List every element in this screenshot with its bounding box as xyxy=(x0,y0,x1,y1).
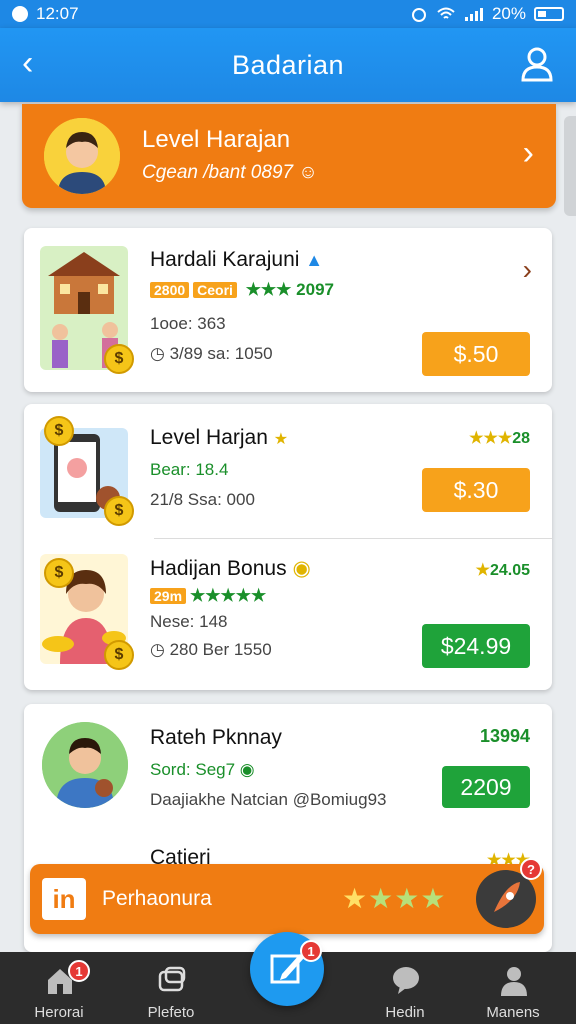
level-subtitle: Cgean /bant 0897 ☺ xyxy=(142,162,318,183)
notification-badge: 1 xyxy=(68,960,90,982)
nav-item-home[interactable]: 1 Herorai xyxy=(4,952,114,1024)
avatar xyxy=(44,118,120,194)
item-line-2: 21/8 Ssa: 000 xyxy=(150,490,255,509)
coin-icon: $ xyxy=(104,344,134,374)
chevron-right-icon[interactable]: › xyxy=(523,134,534,173)
nav-item-hedin[interactable]: Hedin xyxy=(350,952,460,1024)
smiley-icon: ☺ xyxy=(298,162,318,183)
battery-icon xyxy=(534,7,564,21)
coin-icon: $ xyxy=(104,496,134,526)
scrollbar[interactable] xyxy=(564,116,576,216)
nav-item-manens[interactable]: Manens xyxy=(458,952,568,1024)
coin-icon: $ xyxy=(44,416,74,446)
notification-icon xyxy=(12,6,28,22)
item-rating: 13994 xyxy=(479,726,530,746)
item-line-1: Nese: 148 xyxy=(150,612,228,631)
alarm-icon xyxy=(411,8,426,22)
coin-icon: $ xyxy=(44,558,74,588)
star-rating-icon: ★★★★ xyxy=(342,883,447,914)
coin-icon: $ xyxy=(104,640,134,670)
item-tags: 29m ★★★★★ xyxy=(150,586,266,606)
item-rating: ★24.05 xyxy=(475,562,530,579)
item-line-2: Daajiakhe Natcian @Bomiug93 xyxy=(150,790,387,809)
price-button[interactable]: 2209 xyxy=(442,766,530,808)
clock-icon: ◷ xyxy=(150,344,165,363)
location-icon: ▲ xyxy=(305,250,324,270)
status-time: 12:07 xyxy=(36,4,79,23)
message-icon xyxy=(393,967,419,994)
coin-stack-icon: ◉ xyxy=(292,557,311,580)
coin-icon: ◉ xyxy=(239,760,255,779)
item-line-2: ◷ 3/89 sa: 1050 xyxy=(150,344,273,363)
app-bar: ‹ Badarian xyxy=(0,28,576,102)
person-avatar xyxy=(42,722,128,808)
compose-fab[interactable]: 1 xyxy=(250,932,324,1006)
notification-badge: 1 xyxy=(300,940,322,962)
user-icon[interactable] xyxy=(520,46,554,82)
item-line-1: 1ooe: 363 xyxy=(150,314,226,333)
item-line-1: Bear: 18.4 xyxy=(150,460,229,479)
wifi-icon xyxy=(437,7,455,19)
item-title: Level Harjan ★ xyxy=(150,426,289,449)
chat-icon xyxy=(158,966,186,992)
promo-banner[interactable]: in Perhaonura ★★★★ ? xyxy=(30,858,544,934)
item-line-2: ◷ 280 Ber 1550 xyxy=(150,640,272,659)
chevron-right-icon[interactable]: › xyxy=(523,254,532,286)
item-line-1: Sord: Seg7 ◉ xyxy=(150,760,255,779)
chevron-left-icon[interactable]: ‹ xyxy=(22,46,33,80)
clock-icon: ◷ xyxy=(150,640,165,659)
price-button[interactable]: $.50 xyxy=(422,332,530,376)
promo-label: Perhaonura xyxy=(102,887,212,910)
promo-logo: in xyxy=(42,878,86,920)
list-group: $ $ Level Harjan ★ ★★★28 Bear: 18.4 21/8… xyxy=(24,404,552,690)
signal-icon xyxy=(464,8,483,21)
nav-label: Hedin xyxy=(385,1004,425,1021)
nav-label: Plefeto xyxy=(147,1004,195,1021)
price-button[interactable]: $24.99 xyxy=(422,624,530,668)
item-title: Hardali Karajuni ▲ xyxy=(150,248,324,271)
trophy-icon: ★ xyxy=(273,431,289,448)
status-bar: 12:07 20% xyxy=(0,0,576,28)
price-button[interactable]: $.30 xyxy=(422,468,530,512)
notification-badge: ? xyxy=(520,858,542,880)
star-rating-icon: ★★★ xyxy=(245,280,292,299)
level-title: Level Harajan xyxy=(142,126,291,153)
item-rating: ★★★28 xyxy=(469,430,530,447)
divider xyxy=(154,538,552,539)
item-title: Rateh Pknnay xyxy=(150,726,282,749)
page-title: Badarian xyxy=(231,49,345,80)
person-icon xyxy=(501,967,527,996)
nav-label: Manens xyxy=(486,1004,540,1021)
nav-label: Herorai xyxy=(34,1004,84,1021)
battery-percent: 20% xyxy=(491,4,526,23)
list-item[interactable]: $ Hardali Karajuni ▲ 2800 Ceori ★★★ 2097 … xyxy=(24,228,552,392)
nav-item-plefeto[interactable]: Plefeto xyxy=(116,952,226,1024)
item-title: Hadijan Bonus ◉ xyxy=(150,557,311,580)
star-rating-icon: ★★★★★ xyxy=(190,586,267,605)
item-tags: 2800 Ceori ★★★ 2097 xyxy=(150,280,334,300)
level-banner[interactable]: Level Harajan Cgean /bant 0897 ☺ › xyxy=(22,104,556,208)
